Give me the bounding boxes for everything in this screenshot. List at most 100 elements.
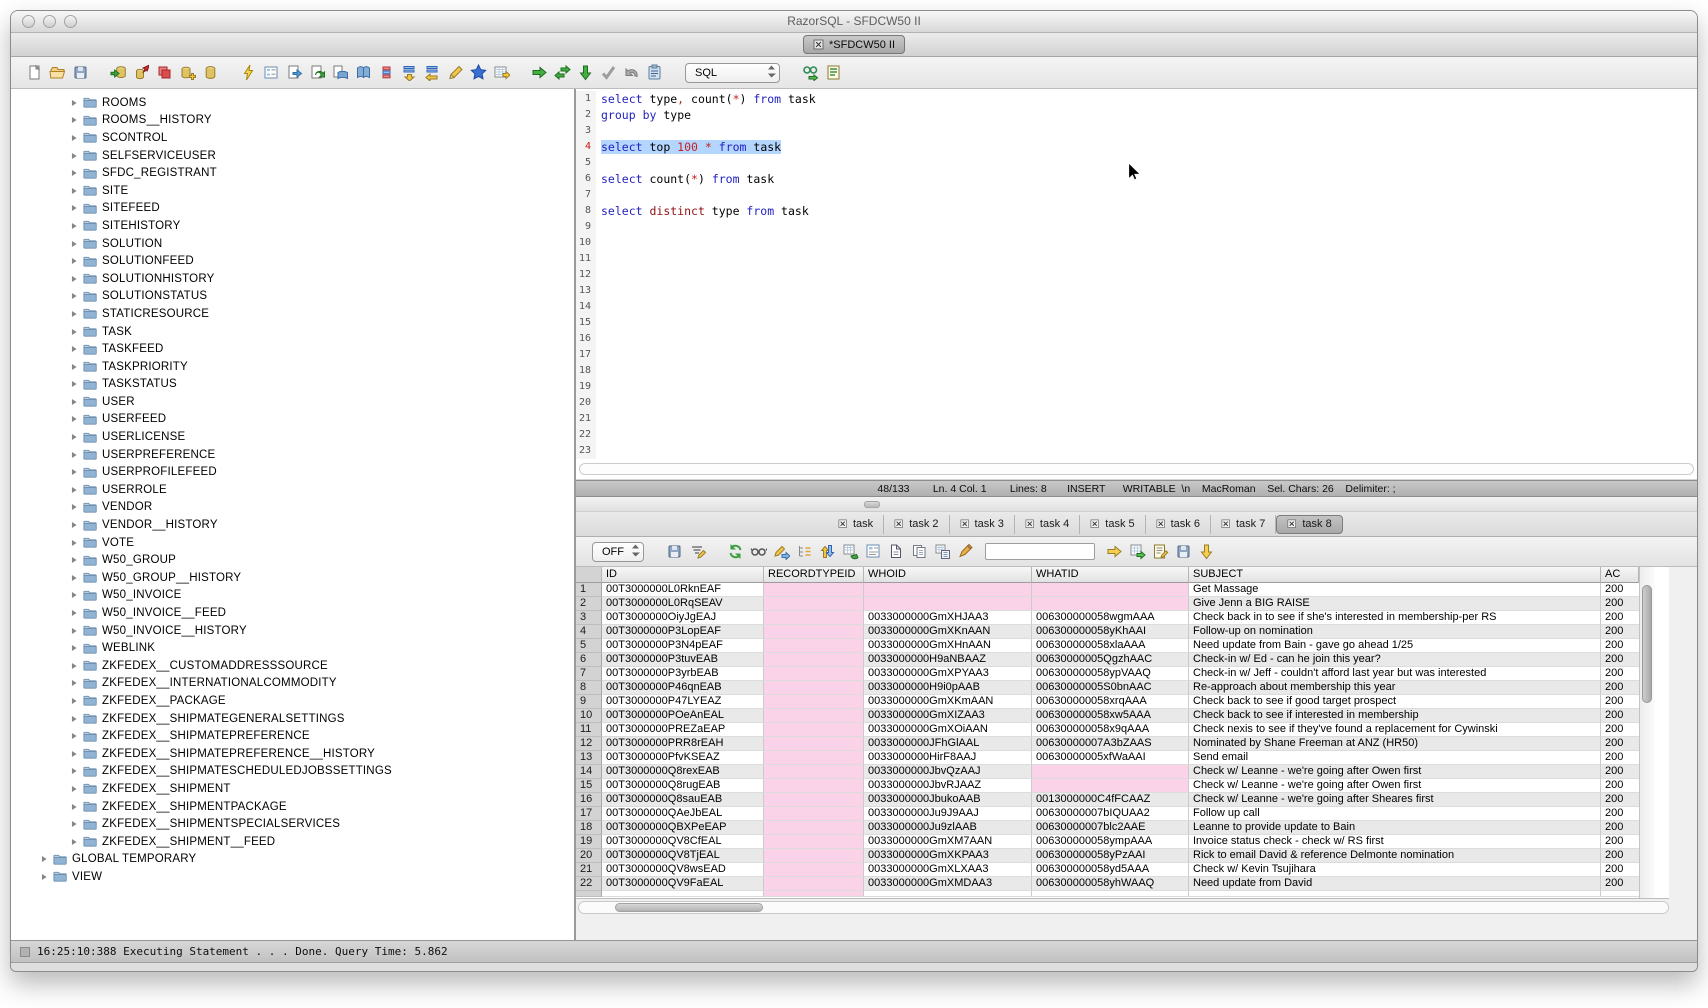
row-number[interactable]: 11 [576,723,602,737]
cell[interactable]: Follow-up on nomination [1189,625,1601,639]
table-row[interactable]: 1300T3000000PfvKSEAZ0033000000HirF8AAJ00… [576,751,1639,765]
cell[interactable] [764,625,864,639]
cell[interactable]: 0033000000GmXKPAA3 [864,849,1032,863]
tree-item-w50-invoice[interactable]: W50_INVOICE [11,587,574,605]
splitter-grip-icon[interactable] [864,501,880,508]
result-tab-task[interactable]: task [828,515,884,534]
expand-triangle-icon[interactable] [69,432,79,442]
cell[interactable] [864,597,1032,611]
tree-item-staticresource[interactable]: STATICRESOURCE [11,305,574,323]
tree-item-zkfedex-shipment-feed[interactable]: ZKFEDEX__SHIPMENT__FEED [11,833,574,851]
cell[interactable]: 006300000058x9qAAA [1032,723,1189,737]
cell[interactable]: 200 [1601,597,1639,611]
cell[interactable]: 00T3000000QV8CfEAL [602,835,764,849]
cell[interactable]: 0013000000C4fFCAAZ [1032,793,1189,807]
results-button-tree-compare[interactable] [793,540,816,564]
column-header-ac[interactable]: AC [1601,567,1639,583]
expand-triangle-icon[interactable] [69,643,79,653]
expand-triangle-icon[interactable] [69,221,79,231]
tree-item-zkfedex-internationalcommodity[interactable]: ZKFEDEX__INTERNATIONALCOMMODITY [11,675,574,693]
expand-triangle-icon[interactable] [69,168,79,178]
row-number[interactable]: 15 [576,779,602,793]
cell[interactable] [764,793,864,807]
results-button-script-edit[interactable] [1149,540,1172,564]
cell[interactable]: Rick to email David & reference Delmonte… [1189,849,1601,863]
cell[interactable]: 0033000000H9i0pAAB [864,681,1032,695]
tree-item-global-temporary[interactable]: GLOBAL TEMPORARY [11,851,574,869]
table-row[interactable]: 2100T3000000QV8wsEAD0033000000GmXLXAA300… [576,863,1639,877]
tree-item-w50-invoice-history[interactable]: W50_INVOICE__HISTORY [11,622,574,640]
tree-item-solutionstatus[interactable]: SOLUTIONSTATUS [11,288,574,306]
row-number[interactable]: 22 [576,877,602,891]
tree-item-user[interactable]: USER [11,393,574,411]
cell[interactable] [764,835,864,849]
cell[interactable] [1032,583,1189,597]
cell[interactable]: 00T3000000P3tuvEAB [602,653,764,667]
toolbar-button-describe-list[interactable] [822,61,845,85]
table-row[interactable]: 1900T3000000QV8CfEAL0033000000GmXM7AAN00… [576,835,1639,849]
cell[interactable]: 0033000000JbvQzAAJ [864,765,1032,779]
tree-item-zkfedex-customaddresssource[interactable]: ZKFEDEX__CUSTOMADDRESSSOURCE [11,657,574,675]
table-row[interactable]: 1200T3000000PRR8rEAH0033000000JFhGlAAL00… [576,737,1639,751]
tree-item-sitehistory[interactable]: SITEHISTORY [11,217,574,235]
table-row[interactable]: 1400T3000000Q8rexEAB0033000000JbvQzAAJCh… [576,765,1639,779]
vscroll-thumb[interactable] [1642,585,1652,703]
cell[interactable]: Need update from David [1189,877,1601,891]
results-button-table-export[interactable] [1126,540,1149,564]
cell[interactable] [764,863,864,877]
cell[interactable]: 200 [1601,821,1639,835]
cell[interactable] [864,583,1032,597]
cell[interactable]: 0033000000JbvRJAAZ [864,779,1032,793]
tree-item-solutionfeed[interactable]: SOLUTIONFEED [11,252,574,270]
tree-item-w50-invoice-feed[interactable]: W50_INVOICE__FEED [11,604,574,622]
cell[interactable]: 00T3000000L0RknEAF [602,583,764,597]
cell[interactable]: Check w/ Leanne - we're going after Owen… [1189,765,1601,779]
cell[interactable] [764,597,864,611]
cell[interactable]: 00T3000000PREZaEAP [602,723,764,737]
cell[interactable]: 0033000000GmXKmAAN [864,695,1032,709]
toolbar-button-find-replace[interactable] [799,61,822,85]
cell[interactable] [764,667,864,681]
column-header-recordtypeid[interactable]: RECORDTYPEID [764,567,864,583]
expand-triangle-icon[interactable] [69,414,79,424]
expand-triangle-icon[interactable] [69,467,79,477]
tree-item-userrole[interactable]: USERROLE [11,481,574,499]
cell[interactable]: 00T3000000OiyJgEAJ [602,611,764,625]
sql-editor[interactable]: 1select type, count(*) from task2group b… [576,89,1697,461]
toolbar-button-go-green[interactable] [528,61,551,85]
tree-item-w50-group-history[interactable]: W50_GROUP__HISTORY [11,569,574,587]
toolbar-button-page-export[interactable] [283,61,306,85]
expand-triangle-icon[interactable] [69,590,79,600]
expand-triangle-icon[interactable] [69,608,79,618]
results-button-copy-results[interactable] [908,540,931,564]
tree-item-taskfeed[interactable]: TASKFEED [11,340,574,358]
cell[interactable] [764,653,864,667]
tree-item-userpreference[interactable]: USERPREFERENCE [11,446,574,464]
cell[interactable]: 00T3000000Q8rugEAB [602,779,764,793]
cell[interactable]: 200 [1601,639,1639,653]
expand-triangle-icon[interactable] [69,714,79,724]
table-row[interactable]: 800T3000000P46qnEAB0033000000H9i0pAAB006… [576,681,1639,695]
results-button-view-glasses[interactable] [747,540,770,564]
cell[interactable]: 200 [1601,835,1639,849]
expand-triangle-icon[interactable] [69,133,79,143]
table-row[interactable]: 500T3000000P3N4pEAF0033000000GmXHnAAN006… [576,639,1639,653]
result-tab-task-5[interactable]: task 5 [1080,515,1145,534]
table-row[interactable]: 2200T3000000QV9FaEAL0033000000GmXMDAA300… [576,877,1639,891]
tree-item-vendor-history[interactable]: VENDOR__HISTORY [11,516,574,534]
cell[interactable]: 00T3000000QBXPeEAP [602,821,764,835]
expand-triangle-icon[interactable] [69,555,79,565]
table-row[interactable]: 1700T3000000QAeJbEAL0033000000Ju9J9AAJ00… [576,807,1639,821]
tree-item-zkfedex-shipmatescheduledjobssettings[interactable]: ZKFEDEX__SHIPMATESCHEDULEDJOBSSETTINGS [11,763,574,781]
cell[interactable]: 006300000058xrqAAA [1032,695,1189,709]
cell[interactable] [764,583,864,597]
cell[interactable]: 200 [1601,779,1639,793]
expand-triangle-icon[interactable] [69,256,79,266]
cell[interactable]: 00T3000000QV8wsEAD [602,863,764,877]
results-button-save-results[interactable] [1172,540,1195,564]
toolbar-button-open-folder[interactable] [46,61,69,85]
cell[interactable]: 00T3000000P3yrbEAB [602,667,764,681]
column-header-subject[interactable]: SUBJECT [1189,567,1601,583]
result-tab-close-icon[interactable] [838,519,848,529]
cell[interactable]: Check nexis to see if they've found a re… [1189,723,1601,737]
